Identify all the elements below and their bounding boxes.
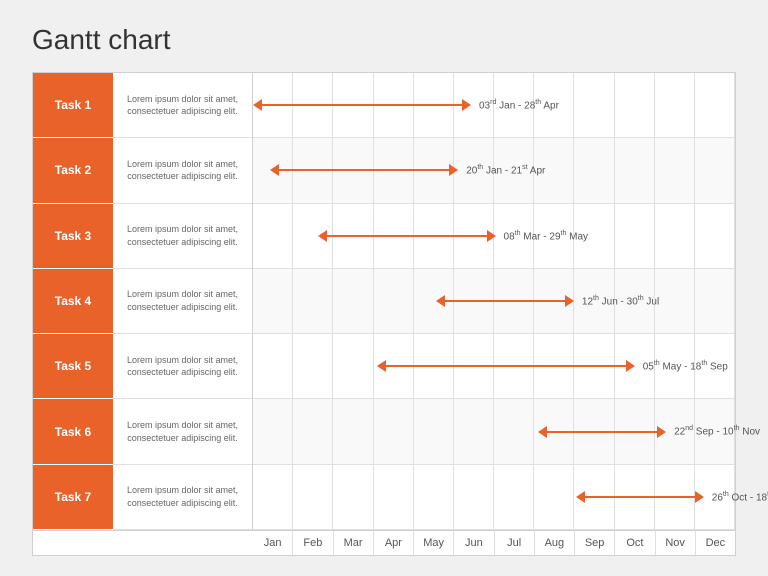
arrow-head-right-6: [657, 426, 666, 438]
bar-group-3: 08th Mar - 29th May: [318, 204, 589, 268]
arrow-head-right-7: [695, 491, 704, 503]
chart-rows: 03rd Jan - 28th Apr 20th Jan - 21st Apr 08…: [253, 73, 735, 530]
arrow-head-right-3: [487, 230, 496, 242]
month-label-feb: Feb: [293, 531, 333, 555]
bar-overlay-3: 08th Mar - 29th May: [253, 204, 735, 268]
bar-group-2: 20th Jan - 21st Apr: [270, 138, 545, 202]
chart-row-6: 22nd Sep - 10th Nov: [253, 399, 735, 464]
bar-group-4: 12th Jun - 30th Jul: [436, 269, 659, 333]
chart-area: 03rd Jan - 28th Apr 20th Jan - 21st Apr 08…: [253, 73, 735, 530]
month-label-nov: Nov: [656, 531, 696, 555]
bar-label-7: 26th Oct - 18th Dec: [712, 491, 768, 503]
month-label-sep: Sep: [575, 531, 615, 555]
task-label-1: Task 1: [33, 73, 113, 138]
arrow-line-6: [547, 431, 657, 433]
task-desc-4: Lorem ipsum dolor sit amet, consectetuer…: [113, 269, 252, 334]
arrow-bar-1: 03rd Jan - 28th Apr: [253, 99, 559, 111]
bar-overlay-5: 05th May - 18th Sep: [253, 334, 735, 398]
chart-row-4: 12th Jun - 30th Jul: [253, 269, 735, 334]
arrow-head-left-3: [318, 230, 327, 242]
arrow-head-right-5: [626, 360, 635, 372]
bar-group-1: 03rd Jan - 28th Apr: [253, 73, 559, 137]
task-label-2: Task 2: [33, 138, 113, 203]
month-labels-grid: JanFebMarAprMayJunJulAugSepOctNovDec: [253, 531, 735, 555]
task-desc-1: Lorem ipsum dolor sit amet, consectetuer…: [113, 73, 252, 138]
chart-row-5: 05th May - 18th Sep: [253, 334, 735, 399]
arrow-head-right-4: [565, 295, 574, 307]
bar-overlay-7: 26th Oct - 18th Dec: [253, 465, 735, 529]
task-desc-3: Lorem ipsum dolor sit amet, consectetuer…: [113, 204, 252, 269]
arrow-bar-4: 12th Jun - 30th Jul: [436, 295, 659, 307]
month-label-mar: Mar: [334, 531, 374, 555]
task-desc-5: Lorem ipsum dolor sit amet, consectetuer…: [113, 334, 252, 399]
bar-label-5: 05th May - 18th Sep: [643, 360, 728, 372]
arrow-bar-2: 20th Jan - 21st Apr: [270, 164, 545, 176]
task-label-3: Task 3: [33, 204, 113, 269]
arrow-head-left-6: [538, 426, 547, 438]
arrow-line-1: [262, 104, 462, 106]
bar-overlay-2: 20th Jan - 21st Apr: [253, 138, 735, 202]
bar-group-5: 05th May - 18th Sep: [377, 334, 728, 398]
task-label-4: Task 4: [33, 269, 113, 334]
arrow-head-left-5: [377, 360, 386, 372]
arrow-bar-5: 05th May - 18th Sep: [377, 360, 728, 372]
bar-overlay-6: 22nd Sep - 10th Nov: [253, 399, 735, 463]
task-label-7: Task 7: [33, 465, 113, 530]
arrow-bar-6: 22nd Sep - 10th Nov: [538, 425, 760, 437]
bar-overlay-4: 12th Jun - 30th Jul: [253, 269, 735, 333]
task-desc-column: Lorem ipsum dolor sit amet, consectetuer…: [113, 73, 253, 530]
bar-group-7: 26th Oct - 18th Dec: [576, 465, 768, 529]
month-label-jan: Jan: [253, 531, 293, 555]
bar-label-1: 03rd Jan - 28th Apr: [479, 99, 559, 111]
gantt-body: Task 1Task 2Task 3Task 4Task 5Task 6Task…: [33, 73, 735, 530]
task-desc-6: Lorem ipsum dolor sit amet, consectetuer…: [113, 399, 252, 464]
month-spacer: [33, 531, 253, 555]
task-label-6: Task 6: [33, 399, 113, 464]
bar-label-4: 12th Jun - 30th Jul: [582, 295, 659, 307]
month-label-jul: Jul: [495, 531, 535, 555]
arrow-bar-3: 08th Mar - 29th May: [318, 230, 589, 242]
arrow-head-left-7: [576, 491, 585, 503]
chart-row-1: 03rd Jan - 28th Apr: [253, 73, 735, 138]
arrow-line-2: [279, 169, 449, 171]
arrow-line-3: [327, 235, 487, 237]
month-label-oct: Oct: [615, 531, 655, 555]
arrow-head-left-2: [270, 164, 279, 176]
task-labels-column: Task 1Task 2Task 3Task 4Task 5Task 6Task…: [33, 73, 113, 530]
arrow-head-right-2: [449, 164, 458, 176]
chart-row-7: 26th Oct - 18th Dec: [253, 465, 735, 530]
page-title: Gantt chart: [32, 24, 736, 56]
task-label-5: Task 5: [33, 334, 113, 399]
arrow-head-left-4: [436, 295, 445, 307]
month-label-jun: Jun: [454, 531, 494, 555]
month-label-may: May: [414, 531, 454, 555]
month-label-apr: Apr: [374, 531, 414, 555]
month-label-dec: Dec: [696, 531, 735, 555]
bar-label-3: 08th Mar - 29th May: [504, 230, 589, 242]
chart-row-2: 20th Jan - 21st Apr: [253, 138, 735, 203]
task-desc-2: Lorem ipsum dolor sit amet, consectetuer…: [113, 138, 252, 203]
bar-overlay-1: 03rd Jan - 28th Apr: [253, 73, 735, 137]
arrow-line-4: [445, 300, 565, 302]
arrow-bar-7: 26th Oct - 18th Dec: [576, 491, 768, 503]
arrow-head-left-1: [253, 99, 262, 111]
bar-group-6: 22nd Sep - 10th Nov: [538, 399, 760, 463]
arrow-line-7: [585, 496, 695, 498]
task-desc-7: Lorem ipsum dolor sit amet, consectetuer…: [113, 465, 252, 530]
gantt-chart: Task 1Task 2Task 3Task 4Task 5Task 6Task…: [32, 72, 736, 556]
arrow-head-right-1: [462, 99, 471, 111]
month-label-aug: Aug: [535, 531, 575, 555]
bar-label-2: 20th Jan - 21st Apr: [466, 164, 545, 176]
arrow-line-5: [386, 365, 626, 367]
chart-row-3: 08th Mar - 29th May: [253, 204, 735, 269]
month-labels-row: JanFebMarAprMayJunJulAugSepOctNovDec: [33, 530, 735, 555]
bar-label-6: 22nd Sep - 10th Nov: [674, 425, 760, 437]
